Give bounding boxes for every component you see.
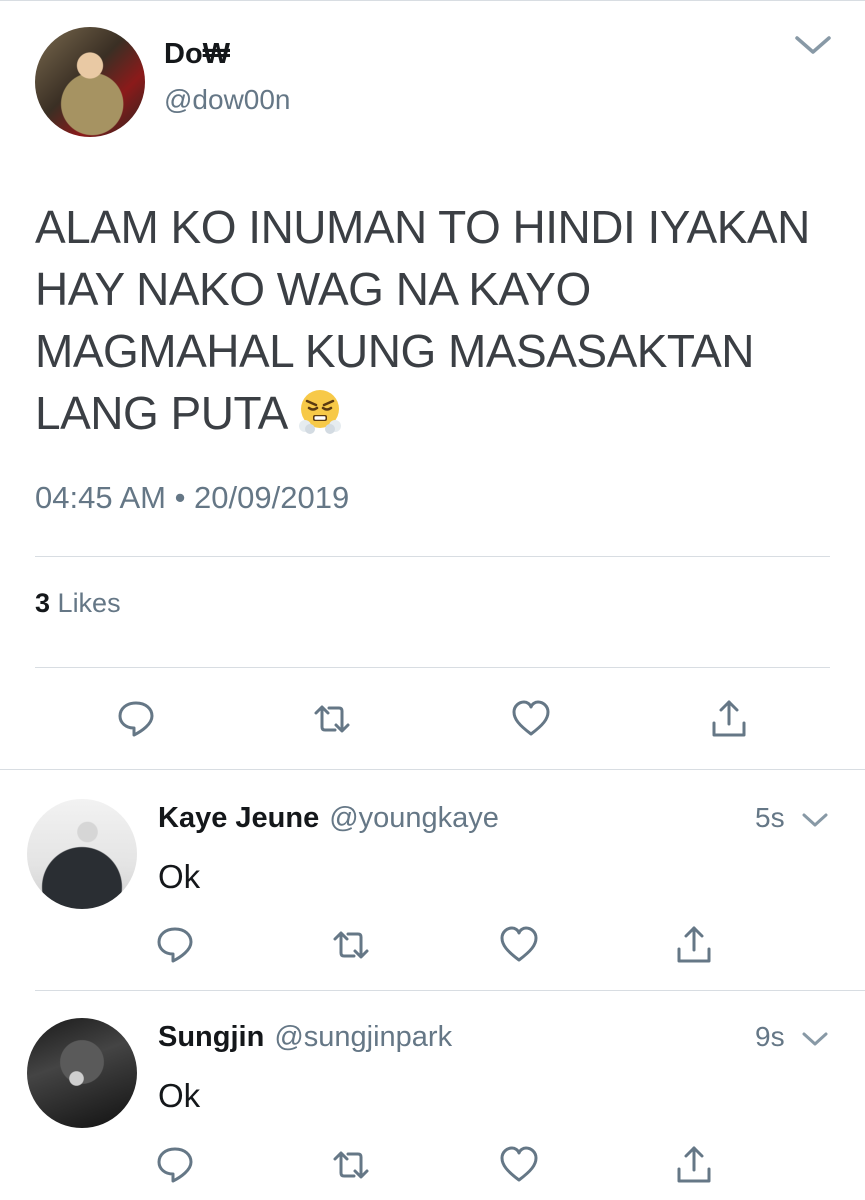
like-icon[interactable] — [497, 923, 541, 967]
reply-text: Ok — [158, 1077, 201, 1114]
display-name: Kaye Jeune — [158, 802, 320, 834]
likes-summary[interactable]: 3 Likes — [35, 588, 121, 619]
reply-time: 9s — [755, 1021, 785, 1052]
reply-time: 5s — [755, 802, 785, 833]
reply-author[interactable]: Sungjin @sungjinpark — [158, 1021, 452, 1054]
reply-text: Ok — [158, 858, 201, 895]
divider — [35, 667, 830, 668]
like-icon[interactable] — [509, 697, 553, 741]
retweet-icon[interactable] — [329, 923, 373, 967]
display-name: Sungjin — [158, 1021, 265, 1053]
like-icon[interactable] — [497, 1143, 541, 1187]
main-tweet: Do₩ @dow00n ALAM KO INUMAN TO HINDI IYAK… — [0, 0, 865, 770]
chevron-down-icon[interactable] — [793, 30, 833, 60]
share-icon[interactable] — [707, 697, 751, 741]
retweet-icon[interactable] — [310, 697, 354, 741]
chevron-down-icon[interactable] — [800, 1028, 830, 1050]
reply-tweet: Sungjin @sungjinpark 9s Ok — [0, 991, 865, 1200]
likes-label: Likes — [57, 588, 121, 618]
likes-count: 3 — [35, 588, 51, 618]
divider — [35, 556, 830, 557]
reply-icon[interactable] — [114, 697, 158, 741]
retweet-icon[interactable] — [329, 1143, 373, 1187]
tweet-text: ALAM KO INUMAN TO HINDI IYAKAN HAY NAKO … — [35, 196, 825, 444]
chevron-down-icon[interactable] — [800, 809, 830, 831]
share-icon[interactable] — [672, 923, 716, 967]
user-handle: @youngkaye — [329, 802, 499, 834]
tweet-timestamp: 04:45 AM • 20/09/2019 — [35, 480, 350, 515]
share-icon[interactable] — [672, 1143, 716, 1187]
tweet-body: ALAM KO INUMAN TO HINDI IYAKAN HAY NAKO … — [35, 201, 810, 439]
avatar[interactable] — [27, 799, 137, 909]
reply-tweet: Kaye Jeune @youngkaye 5s Ok — [0, 770, 865, 991]
reply-icon[interactable] — [153, 923, 197, 967]
user-handle[interactable]: @dow00n — [164, 84, 291, 116]
user-handle: @sungjinpark — [274, 1021, 453, 1053]
avatar[interactable] — [27, 1018, 137, 1128]
avatar[interactable] — [35, 27, 145, 137]
reply-author[interactable]: Kaye Jeune @youngkaye — [158, 802, 499, 835]
face-with-steam-from-nose-icon — [296, 387, 344, 435]
display-name[interactable]: Do₩ — [164, 38, 230, 71]
reply-icon[interactable] — [153, 1143, 197, 1187]
